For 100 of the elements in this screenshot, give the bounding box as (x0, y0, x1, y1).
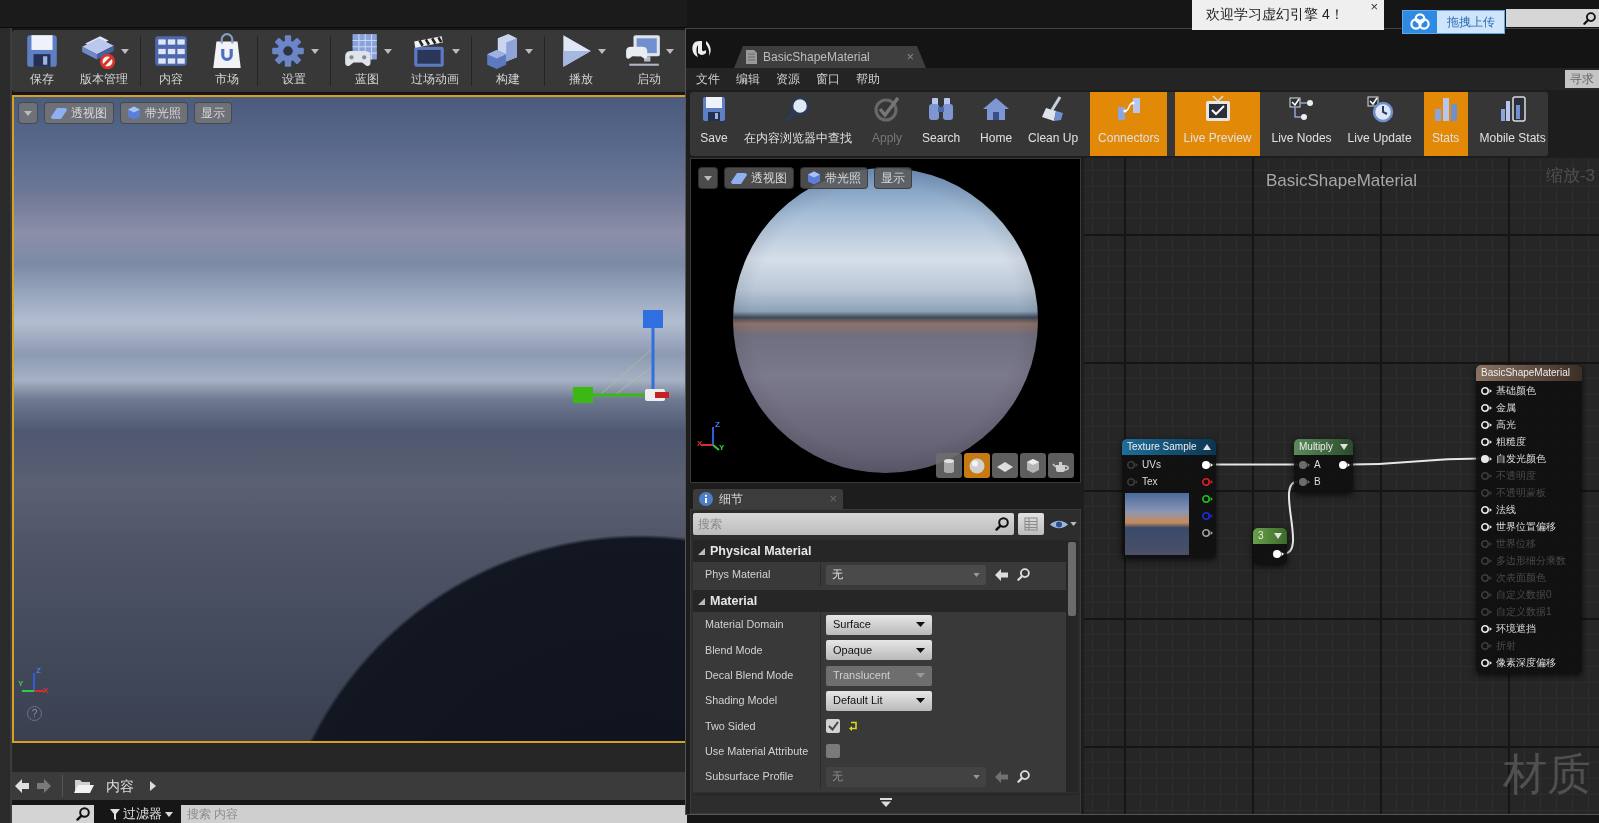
view-mode-button[interactable]: 透视图 (724, 167, 794, 189)
preview-shape-button[interactable] (992, 453, 1018, 478)
checkbox[interactable] (826, 744, 840, 759)
forward-arrow-icon[interactable] (37, 779, 51, 793)
node-header[interactable]: Multiply (1294, 439, 1353, 455)
toolbar-button[interactable]: Mobile Stats (1471, 92, 1554, 156)
caret-down-icon (24, 110, 32, 116)
magnifier-icon (784, 95, 812, 123)
toolbar-button[interactable]: 构建 (474, 30, 542, 92)
pin-label: UVs (1142, 458, 1161, 471)
dropdown[interactable]: Surface (826, 614, 932, 635)
category-header[interactable]: Physical Material (693, 540, 1066, 562)
search-field[interactable]: 寻求 (1565, 70, 1599, 88)
menu-item[interactable]: 资源 (768, 71, 808, 87)
toolbar-button[interactable]: 蓝图 (333, 30, 401, 92)
toolbar-button[interactable]: 过场动画 (401, 30, 469, 92)
triangle-down-icon[interactable] (1340, 444, 1348, 450)
back-arrow-icon[interactable] (15, 779, 29, 793)
toolbar-button[interactable]: 内容 (143, 30, 199, 92)
pin-label: 金属 (1496, 401, 1516, 414)
pin-label: 世界位置偏移 (1496, 520, 1556, 533)
dropdown[interactable]: Opaque (826, 640, 932, 661)
caret-down-icon (704, 175, 712, 181)
caret-right-icon[interactable] (150, 781, 156, 791)
pin-label: Tex (1142, 475, 1158, 488)
toolbar-button[interactable]: Live Nodes (1263, 92, 1340, 156)
graph-title: BasicShapeMaterial (1265, 171, 1418, 192)
show-button[interactable]: 显示 (194, 102, 232, 124)
toolbar-button[interactable]: 启动 (615, 30, 683, 92)
toolbar-button[interactable]: Search (914, 92, 969, 156)
toolbar-button[interactable]: Live Update (1339, 92, 1420, 156)
preview-shape-button[interactable] (1020, 453, 1046, 478)
notification-text: 欢迎学习虚幻引擎 4！ (1206, 6, 1344, 23)
node-header[interactable]: Texture Sample (1122, 439, 1216, 455)
pin-label: 环境遮挡 (1496, 622, 1536, 635)
info-icon (699, 492, 713, 506)
pin-label: 粗糙度 (1496, 435, 1526, 448)
toolbar-button[interactable]: 版本管理 (70, 30, 138, 92)
toolbar-button[interactable]: 市场 (199, 30, 255, 92)
search-field[interactable] (12, 805, 94, 823)
upload-button[interactable]: 拖拽上传 (1402, 10, 1505, 34)
filter-button[interactable]: 过滤器 (108, 805, 175, 823)
clock-icon (1365, 95, 1394, 123)
preview-shape-button[interactable] (1048, 453, 1074, 478)
menu-button[interactable] (18, 102, 38, 124)
menu-button[interactable] (698, 167, 718, 189)
expand-arrow-icon[interactable] (879, 798, 892, 807)
preview-shape-button[interactable] (964, 453, 990, 478)
list-view-button[interactable] (1018, 513, 1044, 535)
property-label: Material Domain (705, 618, 784, 632)
axis-label: Z (715, 421, 720, 429)
menu-item[interactable]: 文件 (688, 71, 728, 87)
triangle-up-icon[interactable] (1203, 444, 1211, 450)
graph-node[interactable]: Multiply A B (1294, 439, 1353, 493)
toolbar-button[interactable]: Clean Up (1020, 92, 1087, 156)
category-header[interactable]: Material (693, 590, 1066, 613)
left-arrow-icon[interactable] (995, 568, 1008, 581)
house-icon (982, 95, 1011, 123)
toolbar-button[interactable]: Save (692, 92, 736, 156)
toolbar-button[interactable]: 设置 (260, 30, 328, 92)
search-field[interactable]: 搜索 (693, 513, 1014, 535)
caret-down-icon (1069, 522, 1077, 526)
view-mode-button[interactable]: 透视图 (44, 102, 114, 124)
reset-arrow-icon[interactable] (849, 721, 857, 732)
property-label: Two Sided (705, 719, 756, 733)
search-icon[interactable] (1017, 770, 1030, 784)
toolbar-button[interactable]: 播放 (547, 30, 615, 92)
breadcrumb-link[interactable]: 内容 (106, 777, 134, 795)
close-button[interactable]: × (1370, 0, 1378, 13)
caret-down-icon (973, 572, 980, 577)
document-tab[interactable]: BasicShapeMaterial × (734, 46, 926, 68)
asset-picker[interactable]: 无 (826, 564, 986, 585)
toolbar-button[interactable]: 保存 (14, 30, 70, 92)
search-field[interactable]: 搜索 内容 (181, 805, 687, 823)
show-button[interactable]: 显示 (874, 167, 912, 189)
triangle-down-icon[interactable] (1274, 533, 1282, 539)
property-label: Shading Model (705, 694, 778, 708)
search-icon[interactable] (1017, 568, 1030, 582)
checkbox[interactable] (826, 719, 840, 734)
preview-shape-button[interactable] (936, 453, 962, 478)
node-header[interactable]: BasicShapeMaterial (1476, 365, 1582, 381)
axis-label: X (43, 687, 49, 695)
dropdown[interactable]: Default Lit (826, 690, 932, 711)
menu-item[interactable]: 编辑 (728, 71, 768, 87)
graph-node[interactable]: Texture Sample UVs Tex (1122, 439, 1216, 558)
slanted-plane-icon (731, 172, 747, 184)
toolbar-button[interactable]: 在内容浏览器中查找 (736, 92, 860, 156)
scrollbar-thumb[interactable] (1068, 542, 1076, 616)
menu-item[interactable]: 帮助 (848, 71, 888, 87)
filter-icon (110, 808, 120, 820)
slanted-plane-icon (51, 107, 67, 119)
panel-tab[interactable]: 细节 × (693, 489, 843, 509)
toolbar-button[interactable]: Home (972, 92, 1021, 156)
lighting-button[interactable]: 带光照 (120, 102, 188, 124)
search-field[interactable] (1506, 9, 1599, 27)
pin-label: 法线 (1496, 503, 1516, 516)
lighting-button[interactable]: 带光照 (800, 167, 868, 189)
pin-label: 高光 (1496, 418, 1516, 431)
property-label: Subsurface Profile (705, 770, 794, 784)
menu-item[interactable]: 窗口 (808, 71, 848, 87)
